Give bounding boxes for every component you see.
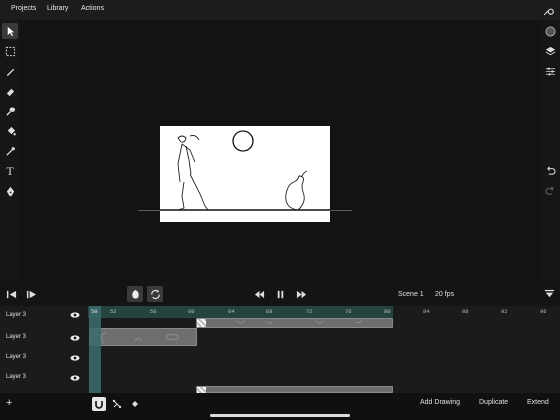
settings-wrench-icon[interactable] xyxy=(542,4,554,16)
layer-row[interactable]: Layer 3 xyxy=(0,369,88,387)
animation-frame-drawing xyxy=(160,130,330,211)
menu-actions[interactable]: Actions xyxy=(81,5,104,12)
eye-icon[interactable] xyxy=(70,310,80,320)
pause-icon[interactable] xyxy=(273,287,287,301)
home-indicator xyxy=(210,414,350,417)
layer-list: Layer 3 Layer 3 Layer 3 Layer 3 xyxy=(0,306,88,393)
playhead[interactable]: 50 xyxy=(89,306,101,393)
prev-frame-icon[interactable] xyxy=(4,287,18,301)
paint-bucket-icon[interactable] xyxy=(2,123,18,139)
tick-label: 96 xyxy=(540,308,547,315)
add-drawing-button[interactable]: Add Drawing xyxy=(420,399,460,406)
redo-icon[interactable] xyxy=(543,183,557,197)
magnet-icon[interactable] xyxy=(92,397,106,411)
menu-library[interactable]: Library xyxy=(47,5,68,12)
color-swatch-icon[interactable] xyxy=(543,24,557,38)
layer-row[interactable]: Layer 3 xyxy=(0,329,88,347)
pen-nib-icon[interactable] xyxy=(2,183,18,199)
tick-label: 60 xyxy=(188,308,195,315)
duplicate-button[interactable]: Duplicate xyxy=(479,399,508,406)
extend-button[interactable]: Extend xyxy=(527,399,549,406)
tick-label: 72 xyxy=(306,308,313,315)
timeline-clip[interactable] xyxy=(196,386,393,393)
keyframe-icon[interactable] xyxy=(128,397,142,411)
tick-label: 64 xyxy=(228,308,235,315)
current-frame-label: 50 xyxy=(91,308,98,315)
fast-forward-icon[interactable] xyxy=(294,287,308,301)
eyedropper-icon[interactable] xyxy=(2,143,18,159)
tick-label: 56 xyxy=(150,308,157,315)
tick-label: 92 xyxy=(501,308,508,315)
eye-icon[interactable] xyxy=(70,373,80,383)
left-toolbar: T xyxy=(0,20,20,282)
eye-icon[interactable] xyxy=(70,353,80,363)
tick-label: 68 xyxy=(266,308,273,315)
layers-icon[interactable] xyxy=(543,44,557,58)
layer-name: Layer 3 xyxy=(6,334,27,340)
clip-thumbnail xyxy=(236,320,362,324)
select-tool-icon[interactable] xyxy=(2,23,18,39)
timeline-panel: Layer 3 Layer 3 Layer 3 Layer 3 52 56 60… xyxy=(0,306,560,393)
layer-name: Layer 3 xyxy=(6,312,27,318)
tick-label: 80 xyxy=(384,308,391,315)
pencil-icon[interactable] xyxy=(2,63,18,79)
onion-skin-icon[interactable] xyxy=(127,286,143,302)
timeline-clip[interactable] xyxy=(89,328,197,346)
loop-icon[interactable] xyxy=(147,286,163,302)
right-toolbar xyxy=(540,20,560,282)
scene-label[interactable]: Scene 1 xyxy=(398,291,424,298)
tick-label: 76 xyxy=(345,308,352,315)
tick-label: 52 xyxy=(110,308,117,315)
layer-row[interactable]: Layer 3 xyxy=(0,312,88,330)
marquee-select-icon[interactable] xyxy=(2,43,18,59)
tick-label: 88 xyxy=(462,308,469,315)
path-node-icon[interactable] xyxy=(110,397,124,411)
next-frame-icon[interactable] xyxy=(24,287,38,301)
artboard[interactable] xyxy=(160,126,330,222)
layer-name: Layer 3 xyxy=(6,374,27,380)
clip-thumbnail xyxy=(100,332,179,344)
layer-row[interactable]: Layer 3 xyxy=(0,349,88,367)
canvas-stage[interactable] xyxy=(20,20,540,282)
eraser-icon[interactable] xyxy=(2,83,18,99)
tick-label: 84 xyxy=(423,308,430,315)
collapse-timeline-icon[interactable] xyxy=(542,287,556,301)
menu-bar: Projects Library Actions xyxy=(0,0,560,20)
undo-icon[interactable] xyxy=(543,163,557,177)
layer-name: Layer 3 xyxy=(6,354,27,360)
timeline-clip[interactable] xyxy=(196,318,393,328)
transport-bar: Scene 1 20 fps xyxy=(0,282,560,306)
sliders-icon[interactable] xyxy=(543,64,557,78)
brush-icon[interactable] xyxy=(2,103,18,119)
eye-icon[interactable] xyxy=(70,333,80,343)
add-layer-icon[interactable]: + xyxy=(6,397,12,409)
text-tool-glyph: T xyxy=(6,164,14,178)
rewind-icon[interactable] xyxy=(252,287,266,301)
menu-projects[interactable]: Projects xyxy=(11,5,36,12)
text-icon[interactable]: T xyxy=(2,163,18,179)
fps-label[interactable]: 20 fps xyxy=(435,291,454,298)
frame-ruler[interactable]: 52 56 60 64 68 72 76 80 84 88 92 96 xyxy=(88,306,560,318)
